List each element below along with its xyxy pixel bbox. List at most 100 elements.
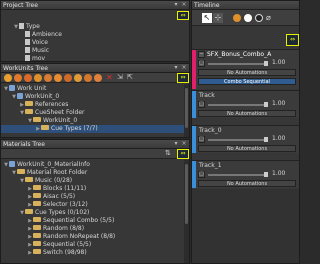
volume-slider-knob[interactable] — [264, 61, 268, 66]
mute-button[interactable]: □ — [198, 171, 205, 178]
close-icon[interactable]: × — [181, 65, 187, 71]
close-icon[interactable]: × — [181, 141, 187, 147]
close-icon[interactable]: × — [181, 2, 187, 8]
folder-icon — [33, 185, 41, 190]
tree-item[interactable]: ▼ WorkUnit_0 — [1, 92, 189, 101]
tree-item[interactable]: ▶ Blocks (11/11) — [1, 185, 189, 193]
volume-value[interactable]: 1.00 — [272, 170, 285, 177]
volume-value[interactable]: 1.00 — [272, 59, 285, 66]
volume-slider[interactable] — [208, 102, 268, 107]
tree-item[interactable]: ▼ CueSheet Folder — [1, 109, 189, 117]
tree-item[interactable]: ▼ Cue Types (0/102) — [1, 209, 189, 217]
marker-icon[interactable] — [244, 14, 252, 22]
scrollbar[interactable] — [184, 84, 189, 137]
sort-icon[interactable]: ⇅ — [165, 149, 171, 158]
volume-slider[interactable] — [208, 61, 268, 66]
timeline-toolbar: ↖ ⊹ ⌀ — [192, 10, 299, 26]
tree-item[interactable]: ▶ Random NoRepeat (8/8) — [1, 233, 189, 241]
pin-icon[interactable]: ▾ — [173, 2, 179, 8]
volume-slider-knob[interactable] — [264, 172, 268, 177]
materials-toolbar: ⇅ — [1, 149, 189, 159]
volume-slider-knob[interactable] — [264, 137, 268, 142]
tree-item[interactable]: ▶ Selector (3/12) — [1, 201, 189, 209]
tree-item[interactable]: ▶ Aisac (5/5) — [1, 193, 189, 201]
automation-dropdown[interactable]: No Automations — [198, 110, 296, 117]
add-selector-icon[interactable] — [94, 74, 102, 82]
cuesheet-icon — [33, 117, 41, 122]
references-icon — [25, 101, 33, 106]
track-color-stripe — [192, 126, 196, 153]
snap-icon[interactable] — [255, 14, 263, 22]
link-toggle-button[interactable]: ⇔ — [286, 34, 299, 46]
collapse-icon[interactable]: ⇱ — [127, 73, 133, 82]
folder-icon — [25, 177, 33, 182]
timeline-panel: Timeline ↖ ⊹ ⌀ ⇔ − SFX_Bonus_Combo_A □ 1… — [191, 0, 300, 264]
mute-button[interactable]: □ — [198, 60, 205, 67]
link-toggle-button[interactable]: ⇔ — [177, 73, 189, 83]
add-folder-icon[interactable] — [14, 74, 22, 82]
tree-item[interactable]: mov — [1, 54, 189, 61]
track-color-stripe — [192, 161, 196, 188]
folder-icon — [33, 201, 41, 206]
tree-item[interactable]: ▼ WorkUnit_0_MaterialInfo — [1, 160, 189, 169]
timeline-title: Timeline — [194, 1, 220, 9]
mute-button[interactable]: □ — [198, 101, 205, 108]
cuesheet-icon — [41, 125, 49, 130]
volume-slider-knob[interactable] — [264, 102, 268, 107]
category-icon — [25, 38, 30, 45]
add-waveform-icon[interactable] — [54, 74, 62, 82]
automation-dropdown[interactable]: No Automations — [198, 145, 296, 152]
scrollbar-thumb[interactable] — [185, 88, 188, 128]
folder-icon — [33, 241, 41, 246]
tree-item[interactable]: ▶ Random (8/8) — [1, 225, 189, 233]
materials-tree-panel: Materials Tree ▾ × ⇅ ⇔ ▼ WorkUnit_0_Mater… — [0, 139, 190, 264]
project-tree-header: Project Tree ▾ × — [1, 1, 189, 10]
track-item[interactable]: Track_0 □ 1.00 No Automations — [192, 125, 299, 153]
tree-item[interactable]: ▶ References — [1, 101, 189, 109]
project-tree-panel: Project Tree ▾ × ⇔ ▼ Type Ambience Voice … — [0, 0, 190, 62]
delete-icon[interactable]: ✕ — [106, 73, 113, 82]
cue-item[interactable]: − SFX_Bonus_Combo_A □ 1.00 No Automation… — [192, 49, 299, 89]
tree-item[interactable]: ▶ Sequential (5/5) — [1, 241, 189, 249]
link-toggle-button[interactable]: ⇔ — [177, 11, 189, 20]
automation-dropdown[interactable]: No Automations — [198, 69, 296, 76]
automation-dropdown[interactable]: No Automations — [198, 180, 296, 187]
add-track-icon[interactable] — [44, 74, 52, 82]
add-sequence-icon[interactable] — [64, 74, 72, 82]
volume-value[interactable]: 1.00 — [272, 100, 285, 107]
tree-item[interactable]: ▼ WorkUnit_0 — [1, 117, 189, 125]
tree-item[interactable]: ▼ Music (0/28) — [1, 177, 189, 185]
scrollbar[interactable] — [184, 160, 189, 263]
tree-item[interactable]: ▶ Switch (98/98) — [1, 249, 189, 257]
add-cue-icon[interactable] — [34, 74, 42, 82]
select-tool-icon[interactable]: ↖ — [202, 13, 212, 23]
range-tool-icon[interactable]: ⊹ — [213, 13, 223, 23]
track-item[interactable]: Track □ 1.00 No Automations — [192, 90, 299, 118]
track-name: Track_0 — [199, 127, 222, 134]
mute-button[interactable]: □ — [198, 136, 205, 143]
cue-type-dropdown[interactable]: Combo Sequential — [198, 78, 296, 85]
volume-slider[interactable] — [208, 172, 268, 177]
pin-icon[interactable]: ▾ — [173, 65, 179, 71]
add-aisac-icon[interactable] — [84, 74, 92, 82]
tree-item[interactable]: ▼ Work Unit — [1, 84, 189, 93]
expand-button[interactable]: − — [198, 51, 205, 58]
add-workunit-icon[interactable] — [4, 74, 12, 82]
timeline-empty-area[interactable] — [192, 189, 299, 263]
tree-item[interactable]: ▼ Material Root Folder — [1, 169, 189, 177]
scrollbar-thumb[interactable] — [185, 164, 188, 224]
workunit-icon — [9, 84, 15, 91]
category-icon — [25, 30, 30, 37]
tree-item-selected[interactable]: ▶ Cue Types (7/7) — [1, 125, 184, 133]
expand-icon[interactable]: ⇲ — [117, 73, 123, 82]
record-icon[interactable] — [233, 14, 241, 22]
link-toggle-button[interactable]: ⇔ — [177, 149, 189, 159]
tree-item[interactable]: ▶ Sequential Combo (5/5) — [1, 217, 189, 225]
track-item[interactable]: Track_1 □ 1.00 No Automations — [192, 160, 299, 188]
volume-slider[interactable] — [208, 137, 268, 142]
settings-icon[interactable]: ⌀ — [266, 13, 271, 23]
pin-icon[interactable]: ▾ — [173, 141, 179, 147]
add-block-icon[interactable] — [74, 74, 82, 82]
volume-value[interactable]: 1.00 — [272, 135, 285, 142]
add-cuesheet-icon[interactable] — [24, 74, 32, 82]
